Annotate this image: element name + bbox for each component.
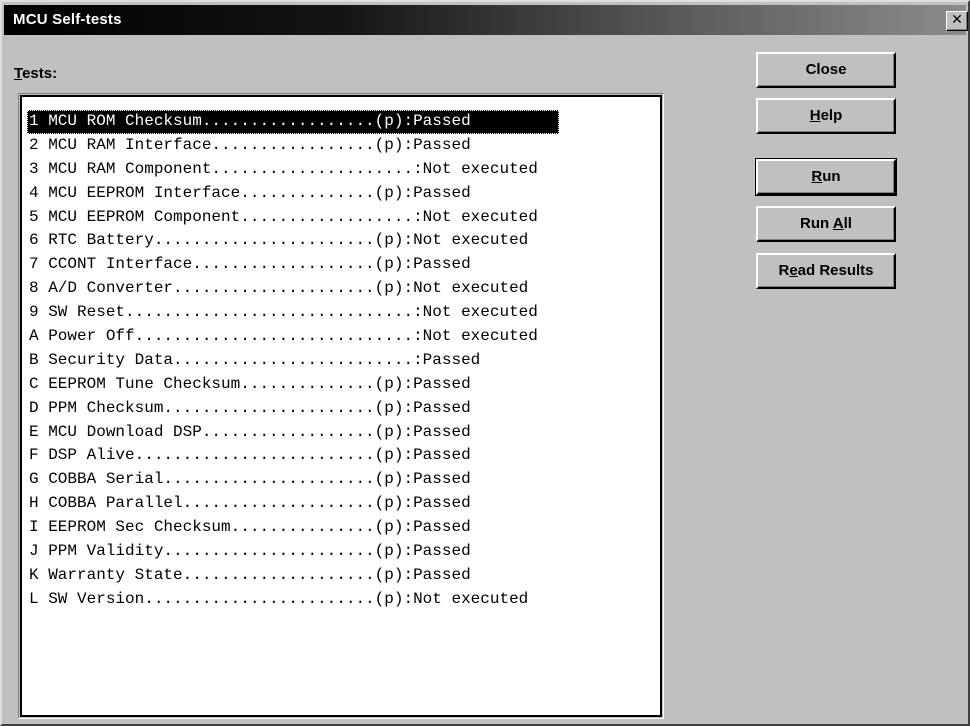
run-all-button-mnemonic: A — [832, 215, 844, 232]
help-button-mnemonic: H — [809, 107, 821, 124]
tests-listbox[interactable]: 1 MCU ROM Checksum..................(p):… — [20, 95, 662, 717]
help-button-label: elp — [820, 107, 843, 124]
tests-label-mnemonic: T — [14, 65, 23, 82]
window-close-button[interactable]: ✕ — [946, 11, 968, 31]
test-list-item[interactable]: F DSP Alive.........................(p):… — [27, 444, 647, 468]
close-button-label: Close — [805, 61, 847, 78]
read-results-button-label-rest: ad Results — [797, 262, 874, 279]
title-bar[interactable]: MCU Self-tests ✕ — [4, 5, 968, 35]
help-button[interactable]: Help — [756, 98, 896, 134]
test-list-item[interactable]: 4 MCU EEPROM Interface..............(p):… — [27, 182, 647, 206]
test-list-item[interactable]: 5 MCU EEPROM Component..................… — [27, 206, 647, 230]
window-title: MCU Self-tests — [13, 11, 122, 28]
tests-listbox-frame: 1 MCU ROM Checksum..................(p):… — [18, 93, 664, 719]
test-list-item[interactable]: B Security Data.........................… — [27, 349, 647, 373]
run-button[interactable]: Run — [755, 158, 897, 196]
close-button[interactable]: Close — [756, 52, 896, 88]
tests-label: Tests: — [14, 65, 57, 82]
run-all-button[interactable]: Run All — [756, 206, 896, 242]
read-results-button-first: R — [778, 262, 790, 279]
test-list-item[interactable]: A Power Off.............................… — [27, 325, 647, 349]
test-list-item[interactable]: 1 MCU ROM Checksum..................(p):… — [27, 110, 559, 134]
test-list-item[interactable]: D PPM Checksum......................(p):… — [27, 397, 647, 421]
test-list-item[interactable]: L SW Version........................(p):… — [27, 588, 647, 612]
test-list-item[interactable]: C EEPROM Tune Checksum..............(p):… — [27, 373, 647, 397]
test-list-item[interactable]: 8 A/D Converter.....................(p):… — [27, 277, 647, 301]
tests-list: 1 MCU ROM Checksum..................(p):… — [27, 110, 647, 612]
test-list-item[interactable]: K Warranty State....................(p):… — [27, 564, 647, 588]
test-list-item[interactable]: 6 RTC Battery.......................(p):… — [27, 229, 647, 253]
test-list-item[interactable]: G COBBA Serial......................(p):… — [27, 468, 647, 492]
mcu-self-tests-dialog: MCU Self-tests ✕ Tests: 1 MCU ROM Checks… — [0, 0, 970, 726]
run-button-mnemonic: R — [811, 168, 823, 185]
read-results-button-mnemonic: e — [789, 262, 798, 279]
test-list-item[interactable]: E MCU Download DSP..................(p):… — [27, 421, 647, 445]
run-button-label: un — [822, 168, 841, 185]
test-list-item[interactable]: I EEPROM Sec Checksum...............(p):… — [27, 516, 647, 540]
close-icon: ✕ — [951, 12, 963, 28]
test-list-item[interactable]: 2 MCU RAM Interface.................(p):… — [27, 134, 647, 158]
test-list-item[interactable]: 9 SW Reset..............................… — [27, 301, 647, 325]
test-list-item[interactable]: 7 CCONT Interface...................(p):… — [27, 253, 647, 277]
test-list-item[interactable]: H COBBA Parallel....................(p):… — [27, 492, 647, 516]
read-results-button[interactable]: Read Results — [756, 253, 896, 289]
run-all-button-label-pre: Run — [800, 215, 833, 232]
run-all-button-label-rest: ll — [843, 215, 852, 232]
test-list-item[interactable]: 3 MCU RAM Component.....................… — [27, 158, 647, 182]
test-list-item[interactable]: J PPM Validity......................(p):… — [27, 540, 647, 564]
tests-label-text: ests: — [22, 65, 58, 82]
